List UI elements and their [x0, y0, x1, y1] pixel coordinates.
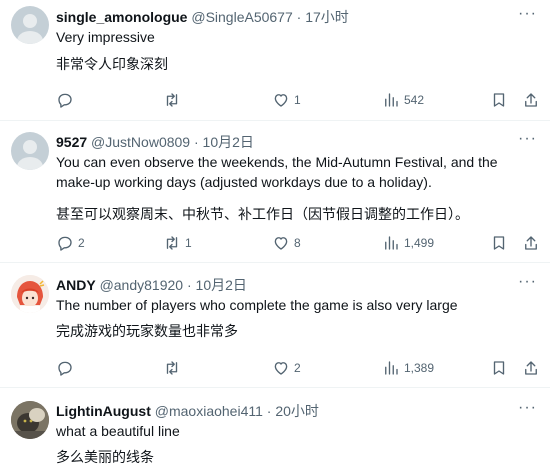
share-button[interactable] — [522, 358, 540, 378]
views-icon — [385, 361, 398, 375]
reply-body: The number of players who complete the g… — [56, 295, 530, 341]
views-count: 542 — [404, 93, 425, 107]
timestamp[interactable]: 20小时 — [275, 403, 319, 419]
retweet-count: 1 — [185, 236, 192, 250]
reply-translation: 完成游戏的玩家数量也非常多 — [56, 323, 238, 339]
views-icon — [385, 93, 398, 107]
reply-text: You can even observe the weekends, the M… — [56, 154, 498, 190]
reply-icon — [58, 361, 72, 376]
timestamp[interactable]: 10月2日 — [203, 134, 254, 150]
reply-button[interactable] — [56, 358, 78, 378]
retweet-icon — [166, 236, 178, 250]
retweet-icon — [166, 93, 178, 107]
reply-button[interactable]: 2 — [56, 233, 85, 253]
more-icon[interactable]: ··· — [518, 400, 536, 420]
author-handle[interactable]: @maoxiaohei411 — [155, 403, 263, 419]
like-icon — [274, 94, 288, 107]
like-count: 2 — [294, 361, 301, 375]
reply-translation: 甚至可以观察周末、中秋节、补工作日（因节假日调整的工作日）。 — [56, 206, 469, 222]
views-button[interactable]: 1,389 — [382, 358, 434, 378]
separator-dot: · — [193, 134, 199, 150]
more-icon[interactable]: ··· — [518, 131, 536, 151]
photo-avatar[interactable] — [11, 401, 49, 439]
more-icon[interactable]: ··· — [518, 6, 536, 26]
reply-icon — [58, 236, 72, 251]
more-icon[interactable]: ··· — [518, 274, 536, 294]
retweet-button[interactable] — [163, 358, 185, 378]
author-name[interactable]: single_amonologue — [56, 9, 187, 25]
share-icon — [525, 361, 537, 375]
bookmark-button[interactable] — [490, 90, 508, 110]
like-count: 8 — [294, 236, 301, 250]
reply-text: The number of players who complete the g… — [56, 297, 458, 313]
timestamp[interactable]: 17小时 — [305, 9, 349, 25]
bookmark-button[interactable] — [490, 358, 508, 378]
like-icon — [274, 362, 288, 375]
bookmark-icon — [493, 236, 505, 250]
views-count: 1,389 — [404, 361, 435, 375]
reply-text: Very impressive — [56, 29, 155, 45]
reply-count: 2 — [78, 236, 85, 250]
anime-avatar[interactable] — [11, 275, 49, 313]
bookmark-icon — [493, 93, 505, 107]
share-button[interactable] — [522, 233, 540, 253]
reply-text: what a beautiful line — [56, 423, 180, 439]
author-name[interactable]: ANDY — [56, 277, 96, 293]
author-handle[interactable]: @SingleA50677 — [191, 9, 292, 25]
reply-item[interactable]: LightinAugust @maoxiaohei411 · 20小时 ··· … — [0, 388, 550, 475]
reply-translation: 多么美丽的线条 — [56, 449, 154, 465]
bookmark-icon — [493, 361, 505, 375]
reply-item[interactable]: 9527 @JustNow0809 · 10月2日 ··· You can ev… — [0, 121, 550, 263]
like-button[interactable]: 8 — [272, 233, 301, 253]
reply-button[interactable] — [56, 90, 78, 110]
views-count: 1,499 — [404, 236, 435, 250]
action-bar: 2 1 8 1,499 — [56, 233, 537, 253]
action-bar: 2 1,389 — [56, 358, 537, 378]
reply-body: what a beautiful line 多么美丽的线条 — [56, 421, 530, 467]
views-button[interactable]: 542 — [382, 90, 424, 110]
author-name[interactable]: LightinAugust — [56, 403, 151, 419]
action-bar: 1 542 — [56, 90, 537, 110]
reply-body: You can even observe the weekends, the M… — [56, 152, 530, 224]
reply-icon — [58, 93, 72, 108]
retweet-icon — [166, 361, 178, 375]
share-icon — [525, 93, 537, 107]
retweet-button[interactable]: 1 — [163, 233, 192, 253]
reply-header: single_amonologue @SingleA50677 · 17小时 — [56, 8, 349, 26]
default-avatar[interactable] — [11, 132, 49, 170]
author-name[interactable]: 9527 — [56, 134, 87, 150]
reply-translation: 非常令人印象深刻 — [56, 56, 168, 72]
like-button[interactable]: 2 — [272, 358, 301, 378]
separator-dot: · — [296, 9, 302, 25]
like-icon — [274, 237, 288, 250]
reply-header: LightinAugust @maoxiaohei411 · 20小时 — [56, 402, 319, 420]
retweet-button[interactable] — [163, 90, 185, 110]
bookmark-button[interactable] — [490, 233, 508, 253]
share-icon — [525, 236, 537, 250]
separator-dot: · — [266, 403, 272, 419]
author-handle[interactable]: @andy81920 — [100, 277, 184, 293]
reply-header: 9527 @JustNow0809 · 10月2日 — [56, 133, 254, 151]
share-button[interactable] — [522, 90, 540, 110]
views-button[interactable]: 1,499 — [382, 233, 434, 253]
reply-item[interactable]: ANDY @andy81920 · 10月2日 ··· The number o… — [0, 263, 550, 388]
timestamp[interactable]: 10月2日 — [196, 277, 247, 293]
author-handle[interactable]: @JustNow0809 — [91, 134, 190, 150]
reply-body: Very impressive 非常令人印象深刻 — [56, 27, 530, 74]
reply-header: ANDY @andy81920 · 10月2日 — [56, 276, 247, 294]
default-avatar[interactable] — [11, 6, 49, 44]
separator-dot: · — [186, 277, 192, 293]
like-button[interactable]: 1 — [272, 90, 301, 110]
views-icon — [385, 236, 398, 250]
like-count: 1 — [294, 93, 301, 107]
reply-item[interactable]: single_amonologue @SingleA50677 · 17小时 ·… — [0, 0, 550, 121]
